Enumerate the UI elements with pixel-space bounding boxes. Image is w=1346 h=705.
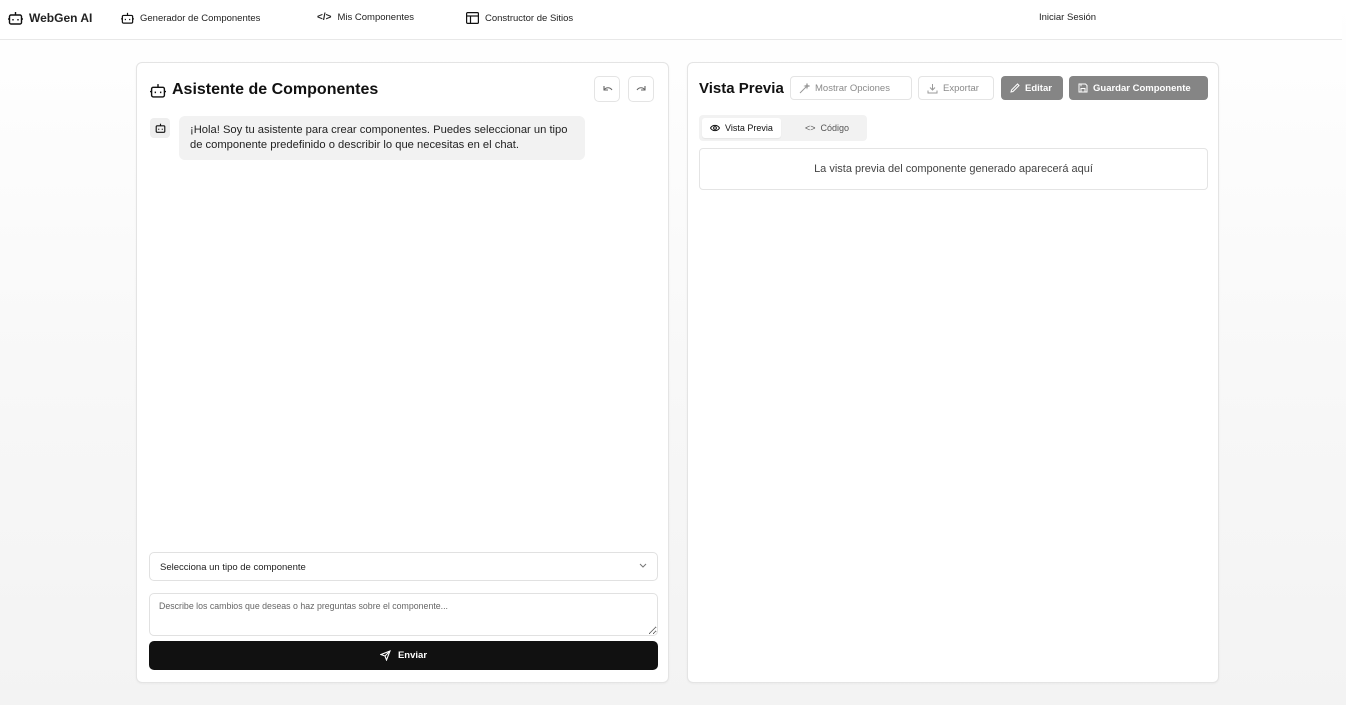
nav-mis-label: Mis Componentes <box>337 12 415 23</box>
bot-avatar <box>150 118 170 138</box>
save-label: Guardar Componente <box>1093 82 1191 94</box>
robot-icon <box>150 83 166 98</box>
message-input[interactable] <box>149 593 658 636</box>
robot-icon <box>121 12 134 24</box>
tab-vista-previa[interactable]: Vista Previa <box>702 118 781 138</box>
code-icon: <> <box>805 123 816 133</box>
send-icon <box>379 650 391 661</box>
chevron-down-icon <box>639 563 647 568</box>
nav-constructor-label: Constructor de Sitios <box>485 12 574 24</box>
component-type-select[interactable]: Selecciona un tipo de componente <box>149 552 658 581</box>
save-component-button[interactable]: Guardar Componente <box>1069 76 1208 100</box>
assistant-panel: Asistente de Componentes ¡Hola! Soy tu a… <box>136 62 669 683</box>
nav-generador[interactable]: Generador de Componentes <box>121 12 260 24</box>
send-label: Enviar <box>397 650 428 661</box>
redo-icon <box>636 85 647 94</box>
preview-tabs: Vista Previa <> Código <box>699 115 867 141</box>
preview-area: La vista previa del componente generado … <box>699 148 1208 190</box>
send-button[interactable]: Enviar <box>149 641 658 670</box>
tab-codigo-label: Código <box>820 123 850 133</box>
top-nav: WebGen AI Generador de Componentes </> M… <box>0 0 1342 40</box>
edit-button[interactable]: Editar <box>1001 76 1063 100</box>
code-icon: </> <box>317 12 332 23</box>
export-label: Exportar <box>943 82 979 94</box>
preview-title: Vista Previa <box>699 80 784 97</box>
brand-logo[interactable]: WebGen AI <box>8 11 92 25</box>
tab-vista-previa-label: Vista Previa <box>725 123 773 133</box>
preview-panel: Vista Previa Mostrar Opciones Exportar E… <box>687 62 1219 683</box>
assistant-title-text: Asistente de Componentes <box>172 81 379 98</box>
download-icon <box>927 83 938 94</box>
robot-icon <box>155 123 166 133</box>
preview-placeholder: La vista previa del componente generado … <box>814 163 1093 175</box>
assistant-title: Asistente de Componentes <box>150 81 378 99</box>
nav-generador-label: Generador de Componentes <box>140 12 261 24</box>
undo-button[interactable] <box>594 76 620 102</box>
show-options-label: Mostrar Opciones <box>815 82 890 94</box>
nav-mis-componentes[interactable]: </> Mis Componentes <box>317 12 414 23</box>
undo-icon <box>602 85 613 94</box>
redo-button[interactable] <box>628 76 654 102</box>
pencil-icon <box>1010 83 1020 93</box>
eye-icon <box>710 124 720 132</box>
edit-label: Editar <box>1025 82 1052 94</box>
tab-codigo[interactable]: <> Código <box>797 118 857 138</box>
magic-wand-icon <box>799 82 810 94</box>
layout-icon <box>466 12 479 24</box>
brand-name: WebGen AI <box>29 11 93 25</box>
login-link[interactable]: Iniciar Sesión <box>1039 12 1096 23</box>
save-icon <box>1078 83 1088 93</box>
robot-icon <box>8 11 23 25</box>
nav-constructor[interactable]: Constructor de Sitios <box>466 12 573 24</box>
export-button[interactable]: Exportar <box>918 76 994 100</box>
assistant-message: ¡Hola! Soy tu asistente para crear compo… <box>179 116 585 161</box>
show-options-button[interactable]: Mostrar Opciones <box>790 76 912 100</box>
component-type-value: Selecciona un tipo de componente <box>160 562 306 573</box>
